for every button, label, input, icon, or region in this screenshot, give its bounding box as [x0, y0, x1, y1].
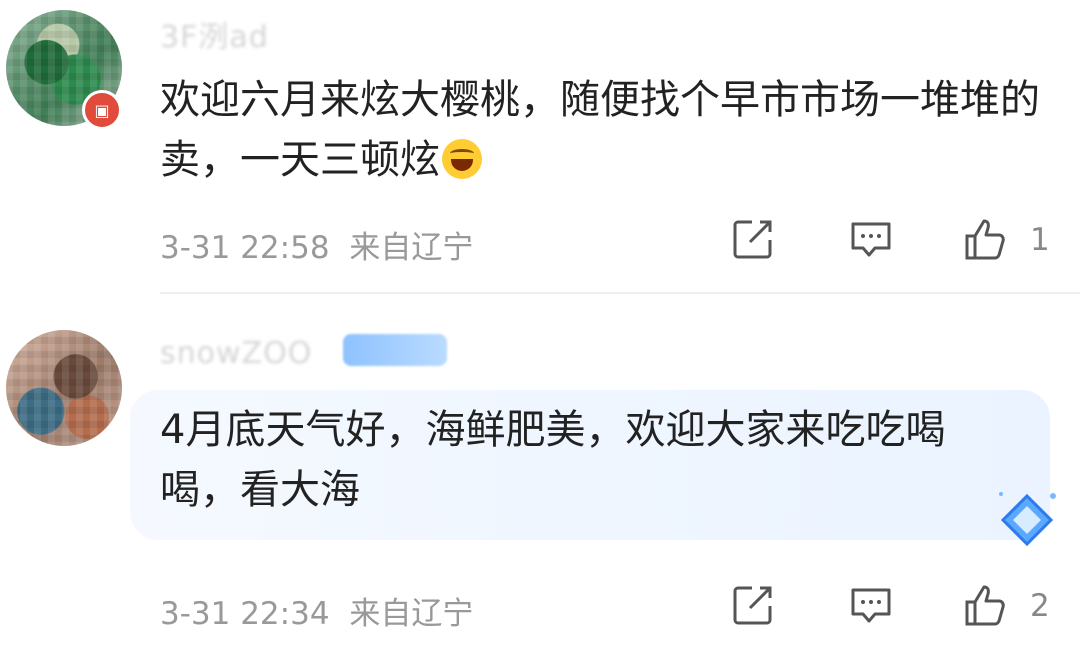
comment-item: ▣ 3F洌ad 欢迎六月来炫大樱桃，随便找个早市市场一堆堆的卖，一天三顿炫 3-… — [0, 0, 1080, 292]
timestamp: 3-31 22:34 — [160, 596, 330, 632]
share-icon[interactable] — [730, 216, 776, 262]
comment-body: 欢迎六月来炫大樱桃，随便找个早市市场一堆堆的卖，一天三顿炫 — [160, 77, 1040, 183]
username[interactable]: 3F洌ad — [160, 12, 269, 56]
comment-body: 4月底天气好，海鲜肥美，欢迎大家来吃吃喝喝，看大海 — [160, 407, 946, 513]
timestamp: 3-31 22:58 — [160, 230, 330, 266]
like-count: 2 — [1030, 588, 1050, 624]
reply-icon[interactable] — [848, 216, 894, 262]
divider — [160, 292, 1080, 294]
comment-text: 欢迎六月来炫大樱桃，随便找个早市市场一堆堆的卖，一天三顿炫 — [160, 70, 1060, 190]
location: 来自辽宁 — [349, 596, 474, 632]
vip-badge-icon: ▣ — [82, 90, 122, 130]
laugh-emoji-icon — [442, 139, 482, 179]
reply-icon[interactable] — [848, 582, 894, 628]
like-icon[interactable] — [962, 216, 1008, 262]
comment-text: 4月底天气好，海鲜肥美，欢迎大家来吃吃喝喝，看大海 — [160, 400, 1060, 520]
avatar-image — [6, 330, 122, 446]
comment-item: snowZOO 4月底天气好，海鲜肥美，欢迎大家来吃吃喝喝，看大海 3-31 2… — [0, 298, 1080, 652]
diamond-badge-icon — [999, 492, 1056, 547]
like-count: 1 — [1030, 222, 1050, 258]
like-icon[interactable] — [962, 582, 1008, 628]
username[interactable]: snowZOO — [160, 336, 312, 371]
location: 来自辽宁 — [349, 230, 474, 266]
share-icon[interactable] — [730, 582, 776, 628]
user-tag-badge — [343, 334, 447, 366]
comment-meta: 3-31 22:34 来自辽宁 — [160, 588, 473, 633]
comment-meta: 3-31 22:58 来自辽宁 — [160, 222, 473, 267]
avatar[interactable] — [6, 330, 122, 446]
